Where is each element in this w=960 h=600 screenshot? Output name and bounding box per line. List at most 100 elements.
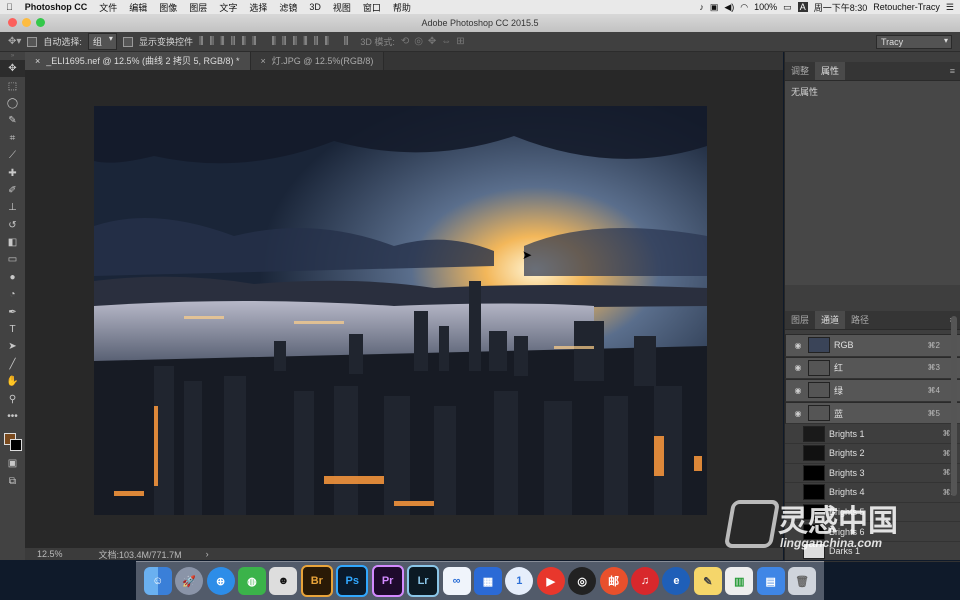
numbers-icon[interactable]: ▥ bbox=[725, 567, 754, 595]
brush-tool-icon[interactable]: ✐ bbox=[0, 182, 25, 199]
menu-window[interactable]: 窗口 bbox=[357, 1, 387, 14]
marquee-tool-icon[interactable]: ⬚ bbox=[0, 77, 25, 94]
tab-document-1[interactable]: × _ELI1695.nef @ 12.5% (曲线 2 拷贝 5, RGB/8)… bbox=[25, 52, 251, 70]
eye-icon[interactable]: ◉ bbox=[790, 363, 806, 372]
display-icon[interactable]: ▣ bbox=[710, 2, 719, 13]
volume-icon[interactable]: ◀) bbox=[724, 2, 734, 13]
channel-row-rgb[interactable]: ◉ RGB ⌘2 bbox=[785, 334, 960, 357]
quick-mask-icon[interactable]: ▣ bbox=[0, 455, 25, 472]
tab-properties[interactable]: 属性 bbox=[815, 62, 846, 80]
toolbar-collapse-icon[interactable]: » bbox=[0, 52, 25, 60]
channel-row-brights-1[interactable]: Brights 1 ⌘6 bbox=[785, 424, 960, 444]
channel-row-red[interactable]: ◉ 红 ⌘3 bbox=[785, 356, 960, 380]
tab-paths[interactable]: 路径 bbox=[845, 311, 875, 329]
wifi-icon[interactable]: ◠ bbox=[740, 2, 748, 13]
eye-icon[interactable]: ◉ bbox=[790, 386, 806, 395]
menu-edit[interactable]: 编辑 bbox=[123, 1, 153, 14]
blur-tool-icon[interactable]: ● bbox=[0, 269, 25, 286]
minimize-icon[interactable] bbox=[22, 18, 31, 27]
tab-adjustments[interactable]: 调整 bbox=[785, 62, 815, 80]
type-tool-icon[interactable]: T bbox=[0, 321, 25, 338]
zoom-icon[interactable] bbox=[36, 18, 45, 27]
tab-layers[interactable]: 图层 bbox=[785, 311, 815, 329]
safari-icon[interactable]: ⊕ bbox=[206, 567, 235, 595]
qq-icon[interactable]: ☻ bbox=[269, 567, 298, 595]
tab-document-2[interactable]: × 灯.JPG @ 12.5%(RGB/8) bbox=[250, 52, 385, 70]
channel-row-brights-3[interactable]: Brights 3 ⌘8 bbox=[785, 464, 960, 484]
battery-label[interactable]: 100% bbox=[754, 2, 777, 12]
move-tool-icon[interactable]: ✥▾ bbox=[8, 36, 21, 47]
tab-close-icon[interactable]: × bbox=[35, 56, 40, 66]
launchpad-icon[interactable]: 🚀 bbox=[175, 567, 204, 595]
clock[interactable]: 周一下午8:30 bbox=[814, 1, 868, 14]
path-select-tool-icon[interactable]: ➤ bbox=[0, 338, 25, 355]
document-image[interactable] bbox=[94, 106, 707, 515]
notes-icon[interactable]: ✎ bbox=[693, 567, 722, 595]
line-tool-icon[interactable]: ╱ bbox=[0, 356, 25, 373]
channel-row-blue[interactable]: ◉ 蓝 ⌘5 bbox=[785, 401, 960, 425]
eraser-tool-icon[interactable]: ◧ bbox=[0, 234, 25, 251]
eye-icon[interactable]: ◉ bbox=[790, 341, 806, 350]
dodge-tool-icon[interactable]: ◔ bbox=[0, 286, 25, 303]
background-color-icon[interactable] bbox=[10, 439, 22, 452]
premiere-icon[interactable]: Pr bbox=[371, 565, 404, 597]
menu-file[interactable]: 文件 bbox=[93, 1, 123, 14]
keynote-icon[interactable]: ▤ bbox=[756, 567, 785, 595]
trash-icon[interactable]: 🗑 bbox=[788, 567, 817, 595]
quick-select-tool-icon[interactable]: ✎ bbox=[0, 112, 25, 129]
video-player-icon[interactable]: ▶ bbox=[536, 567, 565, 595]
bell-icon[interactable]: ♪ bbox=[699, 2, 704, 12]
color-swatches[interactable] bbox=[0, 425, 25, 455]
channel-row-green[interactable]: ◉ 绿 ⌘4 bbox=[785, 379, 960, 402]
lightroom-icon[interactable]: Lr bbox=[407, 565, 440, 597]
menu-type[interactable]: 文字 bbox=[213, 1, 243, 14]
menu-layer[interactable]: 图层 bbox=[183, 1, 213, 14]
gradient-tool-icon[interactable]: ▭ bbox=[0, 251, 25, 268]
auto-select-dropdown[interactable]: 组 bbox=[87, 33, 117, 50]
user-name[interactable]: Retoucher-Tracy bbox=[873, 2, 940, 12]
screenshot-icon[interactable]: ▦ bbox=[473, 567, 502, 595]
history-brush-tool-icon[interactable]: ↺ bbox=[0, 217, 25, 234]
workspace-dropdown[interactable]: Tracy bbox=[876, 34, 952, 49]
obs-icon[interactable]: ◎ bbox=[568, 567, 597, 595]
menu-list-icon[interactable]: ☰ bbox=[946, 2, 954, 13]
menu-select[interactable]: 选择 bbox=[243, 1, 273, 14]
zoom-level[interactable]: 12.5% bbox=[37, 549, 63, 559]
zoom-tool-icon[interactable]: ⚲ bbox=[0, 390, 25, 407]
menu-app-name[interactable]: Photoshop CC bbox=[19, 2, 94, 12]
lasso-tool-icon[interactable]: ◯ bbox=[0, 95, 25, 112]
input-method-icon[interactable]: A bbox=[797, 2, 808, 12]
wechat-icon[interactable]: ◍ bbox=[237, 567, 266, 595]
align-icons[interactable]: ⫼⫼⫼⫼⫼⫼ ⫼⫼⫼⫼⫼⫼ ⫼ bbox=[199, 36, 354, 47]
baidu-cloud-icon[interactable]: ∞ bbox=[442, 567, 471, 595]
onepassword-icon[interactable]: 1 bbox=[505, 567, 534, 595]
clone-stamp-tool-icon[interactable]: ⊥ bbox=[0, 199, 25, 216]
browser-icon[interactable]: e bbox=[662, 567, 691, 595]
pen-tool-icon[interactable]: ✒ bbox=[0, 303, 25, 320]
eyedropper-tool-icon[interactable]: ⟋ bbox=[0, 147, 25, 164]
channel-row-brights-2[interactable]: Brights 2 ⌘7 bbox=[785, 444, 960, 464]
channels-scrollbar[interactable] bbox=[951, 316, 957, 496]
auto-select-checkbox[interactable] bbox=[27, 36, 38, 47]
menu-image[interactable]: 图像 bbox=[153, 1, 183, 14]
3d-mode-icons[interactable]: ⟲◎✥⇔⊞ bbox=[401, 36, 470, 47]
hand-tool-icon[interactable]: ✋ bbox=[0, 373, 25, 390]
move-tool-icon[interactable]: ✥ bbox=[0, 60, 25, 78]
menu-view[interactable]: 视图 bbox=[327, 1, 357, 14]
tab-close-icon[interactable]: × bbox=[261, 56, 266, 66]
close-icon[interactable] bbox=[8, 18, 17, 27]
panel-menu-icon[interactable]: ≡ bbox=[950, 62, 960, 80]
status-arrow-icon[interactable]: › bbox=[206, 549, 209, 559]
bridge-icon[interactable]: Br bbox=[300, 565, 333, 597]
menu-filter[interactable]: 滤镜 bbox=[273, 1, 303, 14]
menu-help[interactable]: 帮助 bbox=[387, 1, 417, 14]
mail-icon[interactable]: 邮 bbox=[599, 567, 628, 595]
crop-tool-icon[interactable]: ⌗ bbox=[0, 130, 25, 147]
tab-channels[interactable]: 通道 bbox=[815, 311, 846, 329]
show-transform-checkbox[interactable] bbox=[122, 36, 133, 47]
netease-music-icon[interactable]: ♫ bbox=[631, 567, 660, 595]
eye-icon[interactable]: ◉ bbox=[790, 409, 806, 418]
more-tools-icon[interactable]: ••• bbox=[0, 408, 25, 425]
photoshop-icon[interactable]: Ps bbox=[336, 565, 369, 597]
finder-icon[interactable]: ☺ bbox=[143, 567, 172, 595]
